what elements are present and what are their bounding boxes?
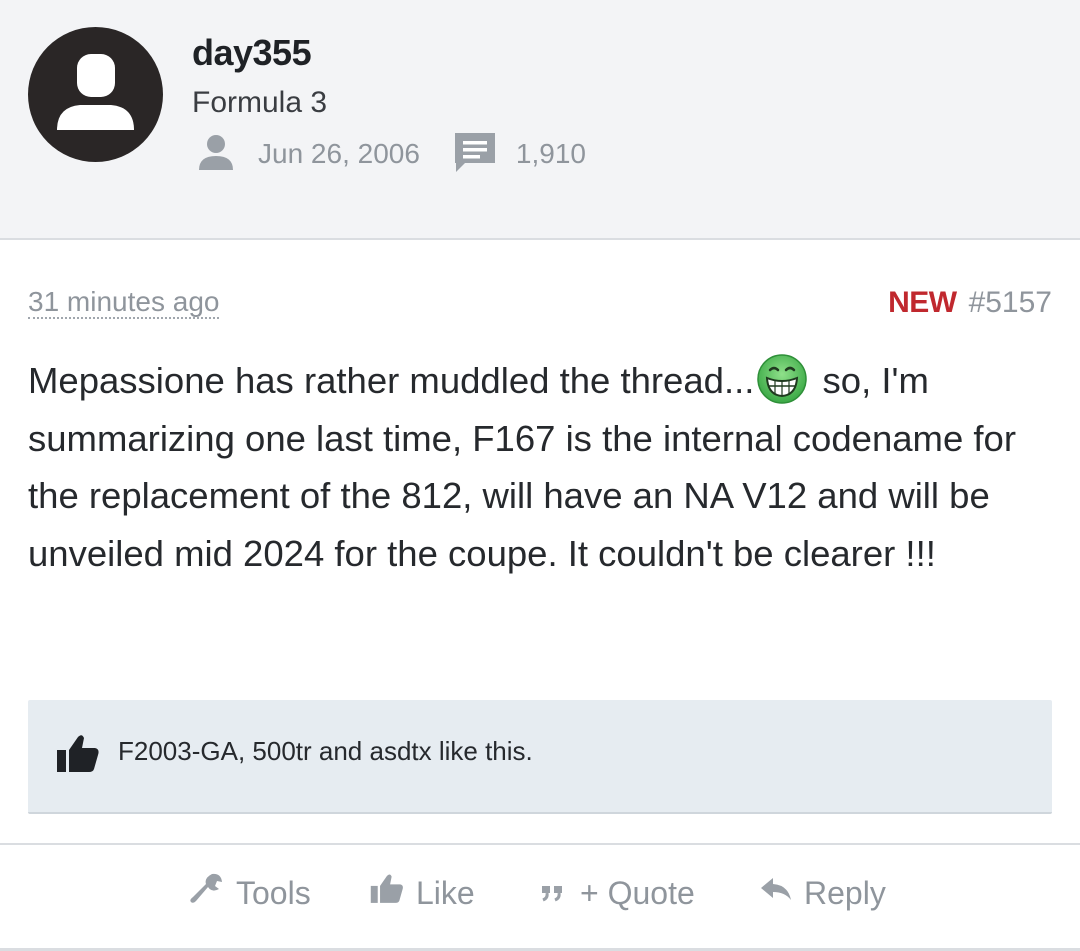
user-meta: Jun 26, 2006 1,910 [196, 130, 586, 178]
reply-button[interactable]: Reply [760, 871, 886, 915]
like-button[interactable]: Like [370, 871, 475, 915]
post-flags: NEW #5157 [888, 286, 1052, 320]
quote-label: + Quote [580, 874, 695, 911]
user-icon [196, 132, 236, 177]
post-message: Mepassione has rather muddled the thread… [28, 352, 1038, 582]
new-badge: NEW [888, 286, 957, 319]
thumbs-up-icon [370, 873, 404, 913]
message-count: 1,910 [515, 138, 586, 169]
post-actions: Tools Like + Quote Reply [0, 843, 1080, 951]
post: 31 minutes ago NEW #5157 Mepassione has r… [0, 242, 1080, 842]
quote-button[interactable]: + Quote [540, 871, 695, 915]
username[interactable]: day355 [192, 32, 312, 74]
wrench-icon [190, 872, 224, 914]
user-title: Formula 3 [192, 86, 328, 119]
likes-text[interactable]: F2003-GA, 500tr and asdtx like this. [118, 736, 533, 767]
grinning-face-emoji-icon [756, 353, 808, 405]
reply-arrow-icon [760, 875, 792, 912]
avatar[interactable] [28, 27, 163, 162]
message-text-part1: Mepassione has rather muddled the thread… [28, 360, 755, 401]
quote-icon [540, 875, 568, 912]
tools-label: Tools [236, 874, 311, 911]
like-label: Like [416, 874, 475, 911]
default-avatar-icon [57, 54, 134, 130]
likes-summary: F2003-GA, 500tr and asdtx like this. [28, 700, 1052, 814]
post-number[interactable]: #5157 [969, 286, 1052, 319]
reply-label: Reply [804, 874, 886, 911]
tools-button[interactable]: Tools [190, 871, 311, 915]
thumbs-up-icon [56, 734, 100, 779]
message-icon [452, 130, 498, 179]
post-timestamp[interactable]: 31 minutes ago [28, 288, 220, 319]
join-date: Jun 26, 2006 [258, 138, 420, 169]
post-author-header: day355 Formula 3 Jun 26, 2006 1,910 [0, 0, 1080, 240]
